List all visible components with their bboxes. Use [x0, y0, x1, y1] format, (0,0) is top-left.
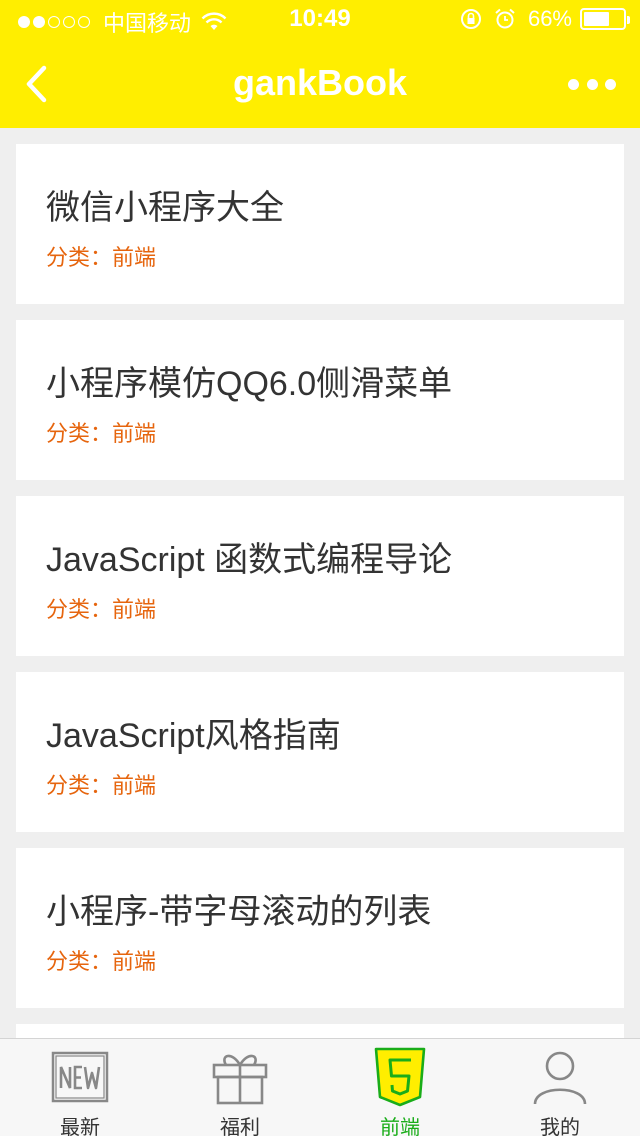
- list-item[interactable]: 小程序-带字母滚动的列表 分类：前端: [16, 848, 624, 1008]
- more-dot: [586, 78, 598, 90]
- status-right: 66%: [460, 6, 630, 32]
- tab-frontend[interactable]: 前端: [320, 1039, 480, 1136]
- battery-percent: 66%: [527, 6, 572, 31]
- more-dot: [605, 78, 616, 90]
- tab-label: 我的: [540, 1117, 580, 1136]
- battery-cap: [627, 16, 630, 24]
- page-title: gankBook: [232, 62, 408, 103]
- item-category: 分类：前端: [46, 421, 157, 446]
- item-category: 分类：前端: [46, 245, 157, 270]
- new-icon: [51, 1051, 109, 1103]
- tab-label: 最新: [60, 1117, 100, 1136]
- item-category: 分类：前端: [46, 773, 157, 798]
- article-list: 微信小程序大全 分类：前端 小程序模仿QQ6.0侧滑菜单 分类：前端 JavaS…: [0, 128, 640, 1038]
- item-category: 分类：前端: [46, 949, 157, 974]
- item-title: 小程序模仿QQ6.0侧滑菜单: [46, 365, 453, 403]
- rotation-lock-icon: [460, 9, 481, 29]
- item-title: JavaScript风格指南: [46, 717, 341, 755]
- tab-latest[interactable]: 最新: [0, 1039, 160, 1136]
- battery-icon: [580, 8, 630, 30]
- gift-icon: [212, 1054, 268, 1105]
- html5-icon: [374, 1047, 426, 1107]
- item-title: 小程序-带字母滚动的列表: [46, 893, 432, 931]
- list-item[interactable]: JavaScript 函数式编程导论 分类：前端: [16, 496, 624, 656]
- more-dot: [568, 78, 579, 90]
- alarm-icon: [495, 8, 515, 29]
- list-item[interactable]: JavaScript风格指南 分类：前端: [16, 672, 624, 832]
- tab-welfare[interactable]: 福利: [160, 1039, 320, 1136]
- item-title: 微信小程序大全: [46, 189, 284, 227]
- tab-bar: 最新 福利 前端 我的: [0, 1038, 640, 1136]
- battery-fill: [584, 12, 609, 26]
- list-item[interactable]: 小程序模仿QQ6.0侧滑菜单 分类：前端: [16, 320, 624, 480]
- list-item-partial[interactable]: [16, 1024, 624, 1038]
- nav-bar: gankBook: [0, 40, 640, 128]
- tab-label: 福利: [220, 1117, 260, 1136]
- tab-label: 前端: [380, 1117, 420, 1136]
- item-title: JavaScript 函数式编程导论: [46, 541, 453, 579]
- list-item[interactable]: 微信小程序大全 分类：前端: [16, 144, 624, 304]
- status-bar: 中国移动 10:49 66%: [0, 0, 640, 40]
- more-button[interactable]: [568, 70, 616, 98]
- header: 中国移动 10:49 66% gankBook: [0, 0, 640, 128]
- screen: 中国移动 10:49 66% gankBook 微信小程序大全 分类：前端 小程…: [0, 0, 640, 1136]
- user-icon: [533, 1051, 587, 1105]
- item-category: 分类：前端: [46, 597, 157, 622]
- tab-mine[interactable]: 我的: [480, 1039, 640, 1136]
